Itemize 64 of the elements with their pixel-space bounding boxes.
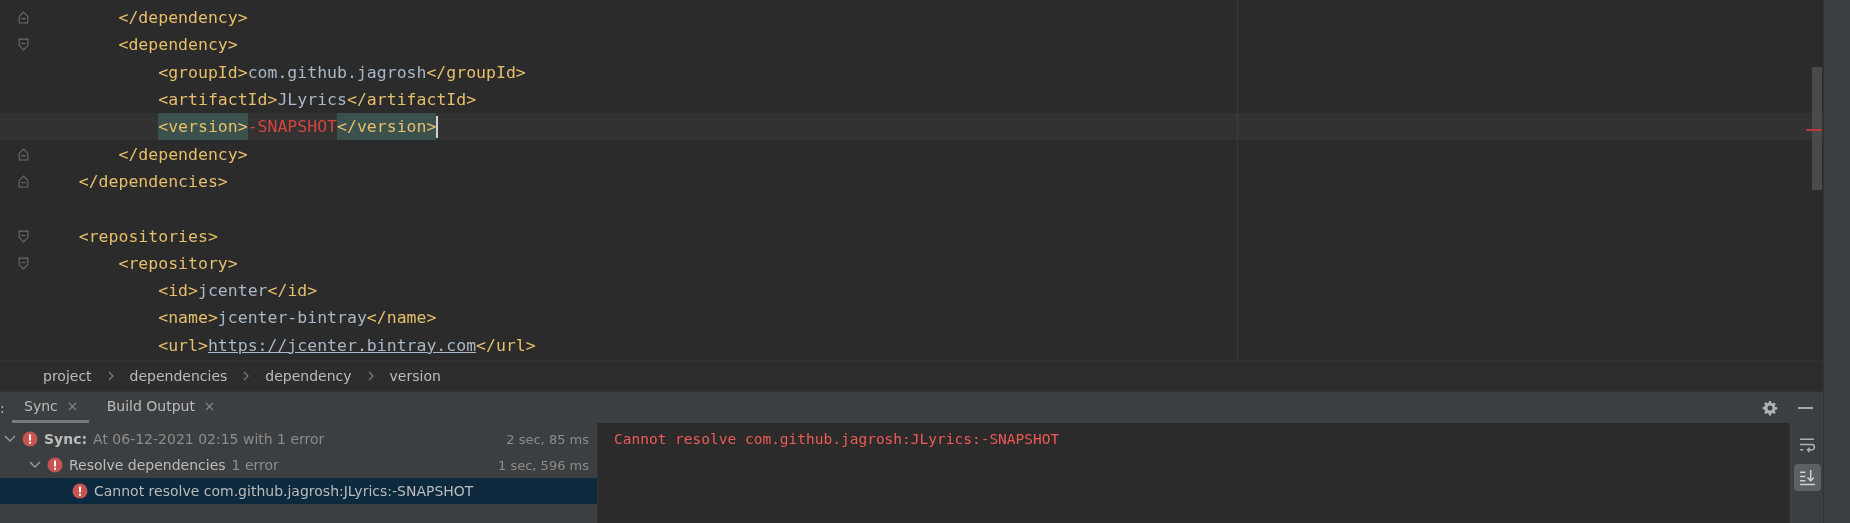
tree-row[interactable]: Resolve dependencies 1 error 1 sec, 596 ms (0, 452, 597, 478)
tree-row[interactable]: Sync: At 06-12-2021 02:15 with 1 error 2 sec, 85 ms (0, 426, 597, 452)
tag-value: jcenter (197, 281, 268, 301)
xml-tag: <repositories> (78, 226, 218, 246)
fold-end-icon[interactable] (18, 174, 29, 188)
error-icon (72, 483, 88, 499)
settings-icon[interactable] (1762, 399, 1778, 416)
chevron-icon (243, 371, 250, 381)
close-icon[interactable] (67, 401, 77, 411)
tag-value: jcenter-bintray (217, 308, 367, 328)
chevron-icon[interactable] (29, 461, 41, 469)
error-icon (22, 431, 38, 447)
xml-tag: </dependency> (118, 8, 248, 28)
tree-label: Sync: (44, 431, 88, 447)
scroll-to-end-button[interactable] (1793, 464, 1821, 491)
duration-text: 2 sec, 85 ms (506, 431, 589, 447)
breadcrumb[interactable]: version (389, 368, 441, 384)
xml-tag: <dependency> (118, 35, 238, 55)
xml-tag: <groupId> (158, 62, 248, 82)
text-caret (436, 115, 439, 138)
xml-tag: </dependency> (118, 144, 248, 164)
edge-text: : (0, 399, 6, 416)
scrollbar-thumb[interactable] (1812, 67, 1822, 190)
xml-tag: </dependencies> (78, 171, 228, 191)
tree-label: Cannot resolve com.github.jagrosh:JLyrics:-SNAPSHOT (94, 483, 474, 499)
xml-tag: <artifactId> (158, 90, 278, 110)
scroll-to-end-icon (1798, 469, 1816, 486)
fold-icon[interactable] (18, 256, 29, 270)
tag-value: JLyrics (277, 90, 347, 110)
error-icon (47, 457, 63, 473)
tree-detail: At 06-12-2021 02:15 with 1 error (93, 431, 325, 447)
tab[interactable]: Build Output (94, 392, 226, 423)
xml-tag: <url> (158, 335, 208, 355)
matched-tag: </version> (337, 113, 437, 141)
error-value: -SNAPSHOT (247, 117, 338, 137)
matched-tag: <version> (158, 113, 248, 141)
xml-tag: <repository> (118, 253, 238, 273)
url-link[interactable]: https://jcenter.bintray.com (207, 335, 477, 355)
error-marker[interactable] (1806, 129, 1822, 131)
xml-tag: </id> (267, 281, 318, 301)
breadcrumb[interactable]: project (43, 368, 92, 384)
xml-tag: </url> (476, 335, 536, 355)
xml-tag: <name> (158, 308, 218, 328)
tree-detail: 1 error (231, 457, 279, 473)
fold-end-icon[interactable] (18, 147, 29, 161)
fold-end-icon[interactable] (18, 11, 29, 25)
tree-label: Resolve dependencies (69, 457, 226, 473)
breadcrumb[interactable]: dependencies (129, 368, 228, 384)
close-icon[interactable] (205, 401, 214, 411)
error-message: Cannot resolve com.github.jagrosh:JLyrics:-SNAPSHOT (614, 431, 1060, 447)
fold-icon[interactable] (18, 38, 29, 52)
breadcrumb[interactable]: dependency (265, 368, 352, 384)
tag-value: com.github.jagrosh (247, 62, 427, 82)
wrap-icon (1798, 436, 1816, 453)
chevron-icon (367, 371, 374, 381)
xml-tag: </groupId> (426, 62, 526, 82)
fold-icon[interactable] (18, 229, 29, 243)
xml-tag: </name> (366, 308, 437, 328)
xml-tag: <id> (158, 281, 198, 301)
duration-text: 1 sec, 596 ms (498, 457, 589, 473)
chevron-icon[interactable] (4, 435, 16, 443)
xml-tag: </artifactId> (347, 90, 477, 110)
tree-row[interactable]: Cannot resolve com.github.jagrosh:JLyrics:-SNAPSHOT (0, 478, 597, 504)
chevron-icon (107, 371, 114, 381)
